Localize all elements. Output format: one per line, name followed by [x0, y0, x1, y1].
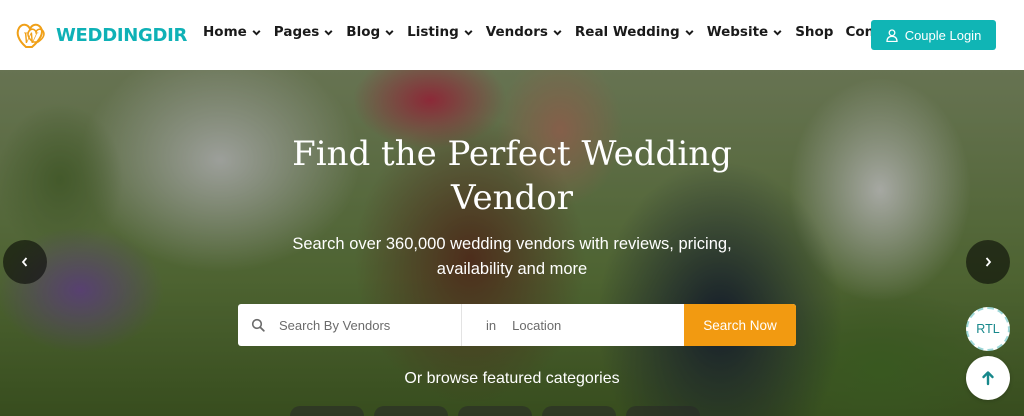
chevron-down-icon [773, 29, 782, 36]
hero-title-line: Find the Perfect Wedding [292, 134, 732, 174]
category-chip[interactable] [374, 406, 448, 416]
hero-subtitle-line: availability and more [436, 260, 588, 278]
chevron-down-icon [324, 29, 333, 36]
logo-text: WEDDINGDIR [56, 24, 188, 46]
browse-categories-text: Or browse featured categories [404, 370, 620, 387]
search-now-button[interactable]: Search Now [684, 304, 796, 346]
chevron-down-icon [553, 29, 562, 36]
category-chip[interactable] [542, 406, 616, 416]
hero-banner: Find the Perfect Wedding Vendor Search o… [0, 70, 1024, 416]
vendor-search-field[interactable] [238, 304, 462, 346]
slider-next-button[interactable] [966, 240, 1010, 284]
category-chip[interactable] [290, 406, 364, 416]
nav-item-label: Website [706, 24, 769, 40]
nav-item-label: Real Wedding [574, 24, 680, 40]
couple-login-button[interactable]: Couple Login [871, 20, 996, 50]
slider-prev-button[interactable] [3, 240, 47, 284]
nav-item-vendors[interactable]: Vendors [486, 24, 563, 40]
search-icon [251, 318, 265, 332]
nav-item-label: Pages [273, 24, 320, 40]
nav-item-listing[interactable]: Listing [407, 24, 474, 40]
nav-item-home[interactable]: Home [203, 24, 262, 40]
site-logo[interactable]: W WEDDINGDIR [16, 20, 187, 50]
site-header: W WEDDINGDIR Home Pages Blog Listing Ven… [0, 0, 1024, 70]
heart-logo-icon: W [16, 20, 52, 50]
hero-title: Find the Perfect Wedding Vendor [212, 132, 812, 220]
nav-item-shop[interactable]: Shop [795, 24, 833, 40]
vendor-search-input[interactable] [279, 317, 439, 333]
category-chip[interactable] [458, 406, 532, 416]
nav-item-label: Listing [407, 24, 459, 40]
scroll-to-top-button[interactable] [966, 356, 1010, 400]
svg-text:W: W [23, 31, 39, 47]
nav-item-label: Blog [346, 24, 381, 40]
chevron-left-icon [21, 257, 28, 267]
nav-item-pages[interactable]: Pages [274, 24, 335, 40]
hero-title-line: Vendor [451, 178, 573, 218]
chevron-down-icon [252, 29, 261, 36]
location-prefix: in [486, 317, 497, 333]
chevron-right-icon [985, 257, 992, 267]
arrow-up-icon [982, 371, 994, 386]
category-chip[interactable] [626, 406, 700, 416]
nav-item-label: Home [203, 24, 247, 40]
chevron-down-icon [385, 29, 394, 36]
location-field[interactable]: in [462, 304, 684, 346]
user-icon [886, 28, 898, 42]
couple-login-label: Couple Login [904, 27, 982, 43]
hero-subtitle-line: Search over 360,000 wedding vendors with… [292, 235, 732, 253]
rtl-toggle-button[interactable]: RTL [966, 307, 1010, 351]
vendor-search-form: in Search Now [238, 304, 796, 346]
nav-item-label: Shop [795, 24, 834, 40]
nav-item-real-wedding[interactable]: Real Wedding [575, 24, 695, 40]
location-input[interactable] [512, 317, 673, 333]
hero-subtitle: Search over 360,000 wedding vendors with… [232, 232, 792, 282]
nav-item-website[interactable]: Website [707, 24, 784, 40]
chevron-down-icon [464, 29, 473, 36]
nav-item-blog[interactable]: Blog [346, 24, 395, 40]
chevron-down-icon [685, 29, 694, 36]
main-nav: Home Pages Blog Listing Vendors Real Wed… [203, 24, 940, 40]
nav-item-label: Vendors [485, 24, 548, 40]
